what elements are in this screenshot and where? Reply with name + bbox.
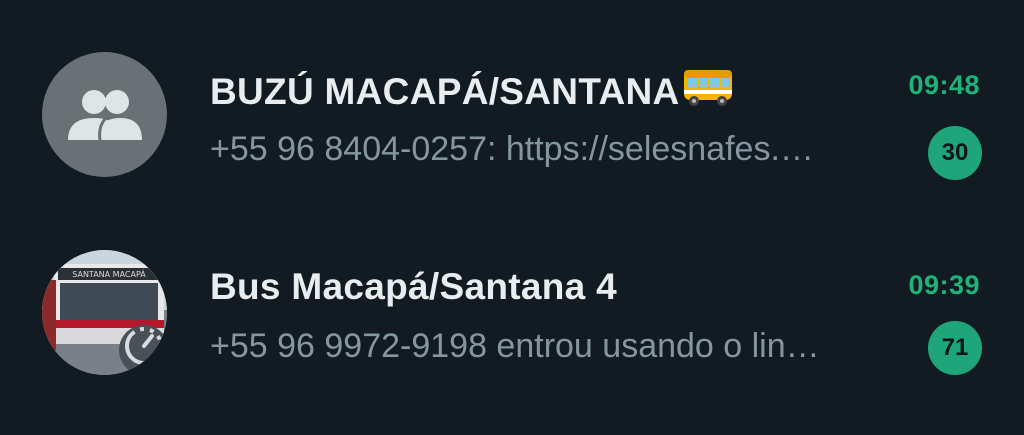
chat-row-buzu-macapa-santana[interactable]: BUZÚ MACAPÁ/SANTANA 09:48 +55 96 8404-02… <box>0 0 1024 180</box>
unread-count-badge: 71 <box>928 321 982 375</box>
chat-title: BUZÚ MACAPÁ/SANTANA <box>210 66 734 119</box>
bus-avatar[interactable]: SANTANA MACAPÁ <box>42 250 167 375</box>
chat-row-bus-macapa-santana-4[interactable]: SANTANA MACAPÁ Bus Macapá/Santana 4 09:3… <box>0 200 1024 380</box>
chat-title-text: BUZÚ MACAPÁ/SANTANA <box>210 71 680 112</box>
chat-last-message: +55 96 8404-0257: https://selesnafes.… <box>210 130 814 168</box>
chat-time: 09:39 <box>908 270 980 300</box>
bus-emoji-icon <box>682 66 734 119</box>
unread-count-badge: 30 <box>928 126 982 180</box>
chat-title: Bus Macapá/Santana 4 <box>210 266 617 307</box>
disappearing-timer-icon <box>125 327 163 365</box>
chat-last-message: +55 96 9972-9198 entrou usando o lin… <box>210 327 820 365</box>
svg-text:SANTANA MACAPÁ: SANTANA MACAPÁ <box>72 268 146 279</box>
chat-time: 09:48 <box>908 70 980 100</box>
group-icon <box>68 90 142 141</box>
chat-list: BUZÚ MACAPÁ/SANTANA 09:48 +55 96 8404-02… <box>0 0 1024 435</box>
group-avatar[interactable] <box>42 52 167 177</box>
